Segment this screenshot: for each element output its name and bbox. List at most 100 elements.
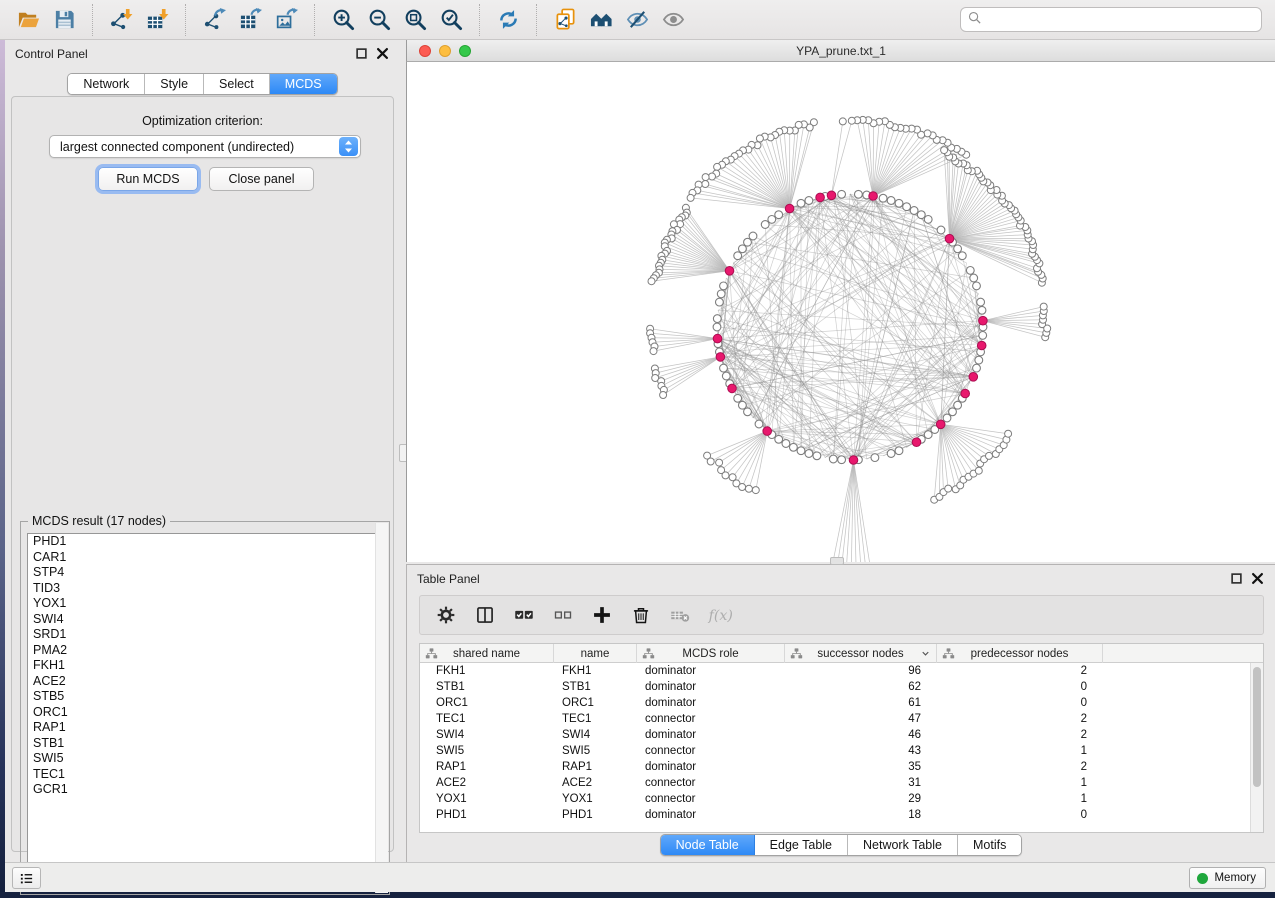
cell-successor-nodes: 29 xyxy=(785,791,937,807)
mcds-result-item[interactable]: RAP1 xyxy=(28,720,384,736)
column-header-name[interactable]: name xyxy=(554,644,637,663)
table-row[interactable]: SWI5SWI5connector431 xyxy=(420,743,1263,759)
table-row[interactable]: RAP1RAP1dominator352 xyxy=(420,759,1263,775)
tab-select[interactable]: Select xyxy=(204,74,270,94)
table-tab-network-table[interactable]: Network Table xyxy=(848,835,958,855)
column-header-mcds-role[interactable]: MCDS role xyxy=(637,644,785,663)
mcds-hub-node[interactable] xyxy=(961,389,970,398)
mcds-result-item[interactable]: ACE2 xyxy=(28,674,384,690)
mcds-hub-node[interactable] xyxy=(725,267,734,276)
clone-network-icon[interactable] xyxy=(547,4,583,36)
mcds-result-item[interactable]: STP4 xyxy=(28,565,384,581)
tab-network[interactable]: Network xyxy=(68,74,145,94)
mcds-hub-node[interactable] xyxy=(945,234,954,243)
mcds-result-item[interactable]: FKH1 xyxy=(28,658,384,674)
mcds-result-item[interactable]: TEC1 xyxy=(28,767,384,783)
export-table-icon[interactable] xyxy=(232,4,268,36)
memory-button[interactable]: Memory xyxy=(1189,867,1266,889)
table-panel-tabs: Node TableEdge TableNetwork TableMotifs xyxy=(407,834,1275,856)
table-row[interactable]: PHD1PHD1dominator180 xyxy=(420,807,1263,823)
apply-layout-icon[interactable] xyxy=(490,4,526,36)
create-column-icon[interactable] xyxy=(590,603,614,627)
table-row[interactable]: SWI4SWI4dominator462 xyxy=(420,727,1263,743)
mcds-hub-node[interactable] xyxy=(977,341,986,350)
mcds-result-item[interactable]: YOX1 xyxy=(28,596,384,612)
mcds-hub-node[interactable] xyxy=(713,334,722,343)
table-row[interactable]: ORC1ORC1dominator610 xyxy=(420,695,1263,711)
table-settings-icon[interactable] xyxy=(434,603,458,627)
table-row[interactable]: STB1STB1dominator620 xyxy=(420,679,1263,695)
mcds-hub-node[interactable] xyxy=(936,420,945,429)
close-panel-button[interactable]: Close panel xyxy=(209,167,314,191)
deselect-all-rows-icon[interactable] xyxy=(551,603,575,627)
export-image-icon[interactable] xyxy=(268,4,304,36)
close-table-panel-icon[interactable] xyxy=(1250,571,1265,586)
show-all-icon[interactable] xyxy=(655,4,691,36)
mcds-result-item[interactable]: STB5 xyxy=(28,689,384,705)
table-row[interactable]: YOX1YOX1connector291 xyxy=(420,791,1263,807)
mcds-hub-node[interactable] xyxy=(785,204,794,213)
table-row[interactable]: ACE2ACE2connector311 xyxy=(420,775,1263,791)
mcds-hub-node[interactable] xyxy=(816,193,825,202)
mcds-result-item[interactable]: PMA2 xyxy=(28,643,384,659)
mcds-result-item[interactable]: ORC1 xyxy=(28,705,384,721)
float-panel-icon[interactable] xyxy=(354,46,369,61)
search-input[interactable] xyxy=(986,13,1255,27)
mcds-hub-node[interactable] xyxy=(763,427,772,436)
mcds-result-item[interactable]: CAR1 xyxy=(28,550,384,566)
column-header-successor-nodes[interactable]: successor nodes xyxy=(785,644,937,663)
tab-mcds[interactable]: MCDS xyxy=(270,74,337,94)
mcds-result-item[interactable]: GCR1 xyxy=(28,782,384,798)
first-neighbors-icon[interactable] xyxy=(583,4,619,36)
table-row[interactable]: FKH1FKH1dominator962 xyxy=(420,663,1263,679)
mcds-result-item[interactable]: TID3 xyxy=(28,581,384,597)
table-tab-edge-table[interactable]: Edge Table xyxy=(755,835,848,855)
import-network-icon[interactable] xyxy=(103,4,139,36)
open-session-icon[interactable] xyxy=(10,4,46,36)
mcds-result-item[interactable]: SWI4 xyxy=(28,612,384,628)
hide-selection-icon[interactable] xyxy=(619,4,655,36)
delete-column-icon[interactable] xyxy=(629,603,653,627)
import-table-icon[interactable] xyxy=(139,4,175,36)
zoom-in-icon[interactable] xyxy=(325,4,361,36)
mcds-hub-node[interactable] xyxy=(869,192,878,201)
network-canvas[interactable] xyxy=(406,62,1275,562)
network-graph[interactable] xyxy=(407,62,1275,562)
mcds-result-item[interactable]: STB1 xyxy=(28,736,384,752)
zoom-fit-icon[interactable] xyxy=(397,4,433,36)
mcds-list-scrollbar[interactable] xyxy=(375,523,388,893)
table-row[interactable]: TEC1TEC1connector472 xyxy=(420,711,1263,727)
mcds-result-item[interactable]: PHD1 xyxy=(28,534,384,550)
cell-predecessor-nodes: 0 xyxy=(937,679,1103,695)
criterion-dropdown[interactable]: largest connected component (undirected) xyxy=(49,135,361,158)
zoom-selected-icon[interactable] xyxy=(433,4,469,36)
split-divider-horizontal-handle[interactable] xyxy=(830,557,844,565)
mcds-hub-node[interactable] xyxy=(849,456,858,465)
column-header-shared-name[interactable]: shared name xyxy=(420,644,554,663)
tab-style[interactable]: Style xyxy=(145,74,204,94)
mcds-hub-node[interactable] xyxy=(979,316,988,325)
export-network-icon[interactable] xyxy=(196,4,232,36)
table-tab-motifs[interactable]: Motifs xyxy=(958,835,1021,855)
table-scrollbar-thumb[interactable] xyxy=(1253,667,1261,787)
close-panel-icon[interactable] xyxy=(375,46,390,61)
mcds-hub-node[interactable] xyxy=(728,384,737,393)
task-history-button[interactable] xyxy=(12,867,41,889)
mcds-hub-node[interactable] xyxy=(969,373,978,382)
run-mcds-button[interactable]: Run MCDS xyxy=(98,167,198,191)
mcds-hub-node[interactable] xyxy=(827,191,836,200)
mcds-result-item[interactable]: SWI5 xyxy=(28,751,384,767)
mcds-hub-node[interactable] xyxy=(912,438,921,447)
float-table-panel-icon[interactable] xyxy=(1229,571,1244,586)
mcds-hub-node[interactable] xyxy=(716,353,725,362)
sort-chevron-icon[interactable] xyxy=(920,648,931,659)
search-field[interactable] xyxy=(960,7,1262,32)
save-session-icon[interactable] xyxy=(46,4,82,36)
zoom-out-icon[interactable] xyxy=(361,4,397,36)
table-scrollbar[interactable] xyxy=(1250,663,1263,832)
mcds-result-item[interactable]: SRD1 xyxy=(28,627,384,643)
column-header-predecessor-nodes[interactable]: predecessor nodes xyxy=(937,644,1103,663)
show-columns-icon[interactable] xyxy=(473,603,497,627)
table-tab-node-table[interactable]: Node Table xyxy=(661,835,755,855)
select-all-rows-icon[interactable] xyxy=(512,603,536,627)
